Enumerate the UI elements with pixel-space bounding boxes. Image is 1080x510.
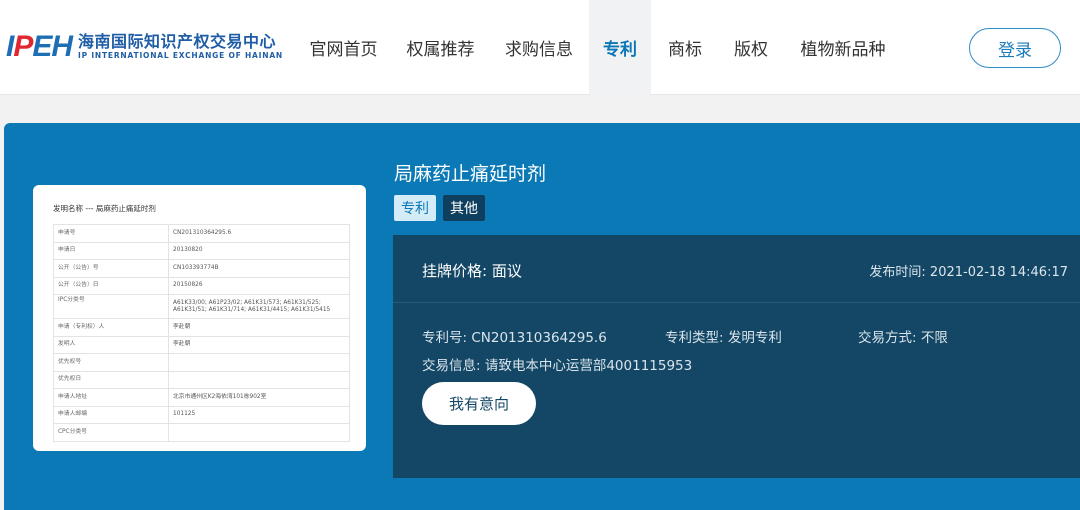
nav-item-copyright[interactable]: 版权 [719,0,783,95]
table-key: 公开（公告）日 [53,276,169,295]
login-button[interactable]: 登录 [969,28,1061,68]
nav-item-home[interactable]: 官网首页 [295,0,392,95]
table-key: 优先权号 [53,353,169,372]
nav-item-plant-variety[interactable]: 植物新品种 [783,0,903,95]
table-row: 申请（专利权）人 李赴朝 [53,318,350,337]
logo-mark-eh: EH [32,30,73,63]
table-value [168,353,350,372]
table-value: CN103393774B [168,259,350,278]
nav-item-recommend[interactable]: 权属推荐 [392,0,489,95]
patent-number: 专利号: CN201310364295.6 [422,330,607,346]
document-title: 发明名称 --- 局麻药止痛延时剂 [53,204,156,213]
nav-item-trademark[interactable]: 商标 [651,0,719,95]
logo-mark-i: I [6,30,14,63]
table-row: CPC分类号 [53,423,350,442]
table-value: A61K33/00; A61P23/02; A61K31/573; A61K31… [168,294,350,319]
listing-price: 挂牌价格: 面议 [422,262,522,280]
table-key: 优先权日 [53,370,169,389]
product-tags: 专利 其他 [394,195,485,221]
table-value: 李赴朝 [168,335,350,354]
product-panel: 发明名称 --- 局麻药止痛延时剂 申请号 CN201310364295.6 申请… [4,123,1080,510]
table-key: CPC分类号 [53,423,169,442]
table-value: 李赴朝 [168,318,350,337]
top-header: I P EH 海南国际知识产权交易中心 IP INTERNATIONAL EXCHA… [0,0,1080,95]
product-title: 局麻药止痛延时剂 [394,163,547,185]
logo-mark-p: P [13,30,33,63]
table-value: 北京市通州区K2海依湾101栋902室 [168,388,350,407]
trade-mode: 交易方式: 不限 [858,330,948,346]
table-key: IPC分类号 [53,294,169,319]
publish-time: 发布时间: 2021-02-18 14:46:17 [869,265,1068,280]
table-row: 申请人邮编 101125 [53,405,350,424]
table-value: 101125 [168,405,350,424]
document-table: 申请号 CN201310364295.6 申请日 20130820 公开（公告）号 C… [53,224,350,442]
table-key: 公开（公告）号 [53,259,169,278]
table-row: 公开（公告）日 20150826 [53,276,350,295]
interest-button[interactable]: 我有意向 [422,382,536,425]
logo-mark: I P EH [6,30,73,63]
table-key: 申请人地址 [53,388,169,407]
table-key: 发明人 [53,335,169,354]
table-row: 优先权日 [53,370,350,389]
table-value [168,423,350,442]
table-value: 20150826 [168,276,350,295]
table-key: 申请日 [53,241,169,260]
table-value: 20130820 [168,241,350,260]
site-logo[interactable]: I P EH 海南国际知识产权交易中心 IP INTERNATIONAL EXCHA… [6,30,284,63]
table-key: 申请（专利权）人 [53,318,169,337]
nav-item-patent[interactable]: 专利 [589,0,651,95]
tag-other: 其他 [443,195,485,221]
table-row: 公开（公告）号 CN103393774B [53,259,350,278]
product-info-box: 挂牌价格: 面议 发布时间: 2021-02-18 14:46:17 专利号: … [393,235,1080,478]
table-row: IPC分类号 A61K33/00; A61P23/02; A61K31/573; … [53,294,350,319]
table-row: 优先权号 [53,353,350,372]
table-value [168,370,350,389]
logo-chinese-name: 海南国际知识产权交易中心 [78,32,277,51]
table-row: 申请号 CN201310364295.6 [53,224,350,243]
table-row: 申请日 20130820 [53,241,350,260]
table-key: 申请人邮编 [53,405,169,424]
main-nav: 官网首页 权属推荐 求购信息 专利 商标 版权 植物新品种 [295,0,903,95]
table-row: 发明人 李赴朝 [53,335,350,354]
table-row: 申请人地址 北京市通州区K2海依湾101栋902室 [53,388,350,407]
logo-english-name: IP INTERNATIONAL EXCHANGE OF HAINAN [78,51,284,60]
tag-patent: 专利 [394,195,436,221]
info-header: 挂牌价格: 面议 发布时间: 2021-02-18 14:46:17 [393,235,1080,303]
patent-type: 专利类型: 发明专利 [665,330,782,346]
table-value: CN201310364295.6 [168,224,350,243]
trade-info: 交易信息: 请致电本中心运营部4001115953 [422,358,693,374]
nav-item-demand[interactable]: 求购信息 [489,0,589,95]
patent-document-thumbnail[interactable]: 发明名称 --- 局麻药止痛延时剂 申请号 CN201310364295.6 申请… [33,185,366,451]
table-key: 申请号 [53,224,169,243]
